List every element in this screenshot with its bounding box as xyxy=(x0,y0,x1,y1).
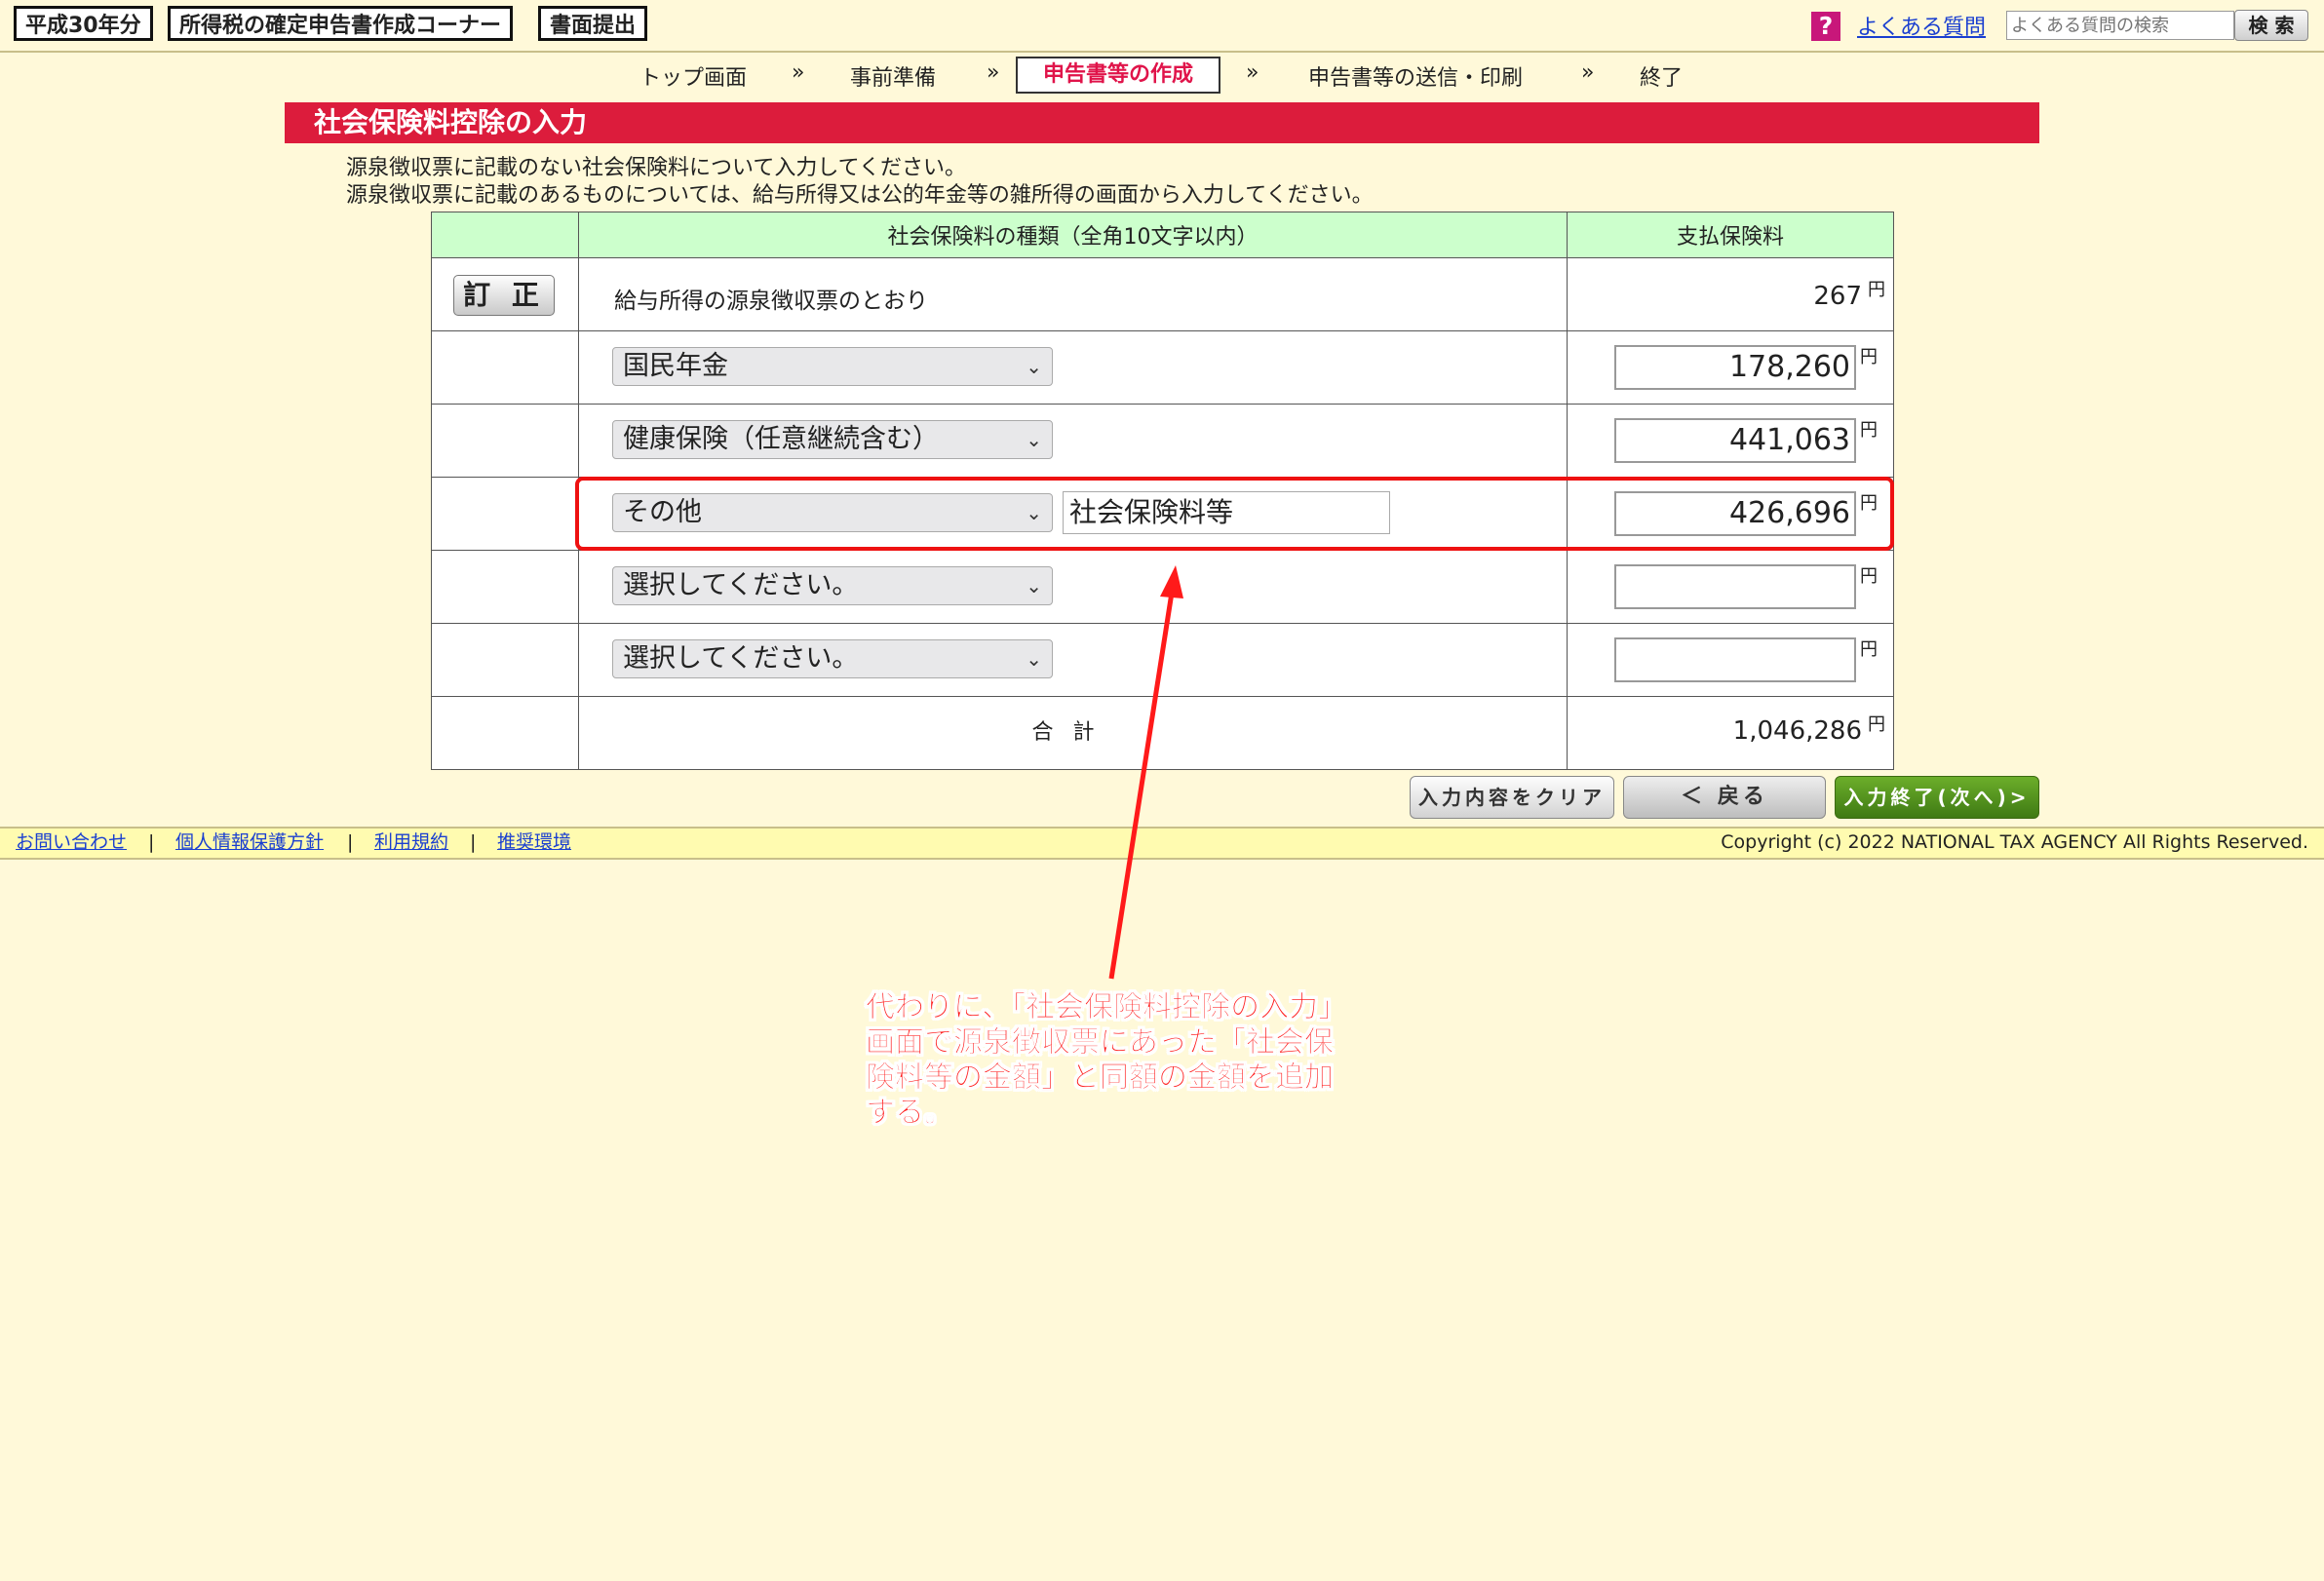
annotation-arrow xyxy=(1108,565,1183,980)
annotation-text: 代わりに、「社会保険料控除の入力」 画面で源泉徴収票にあった「社会保 険料等の金… xyxy=(866,990,1348,1131)
